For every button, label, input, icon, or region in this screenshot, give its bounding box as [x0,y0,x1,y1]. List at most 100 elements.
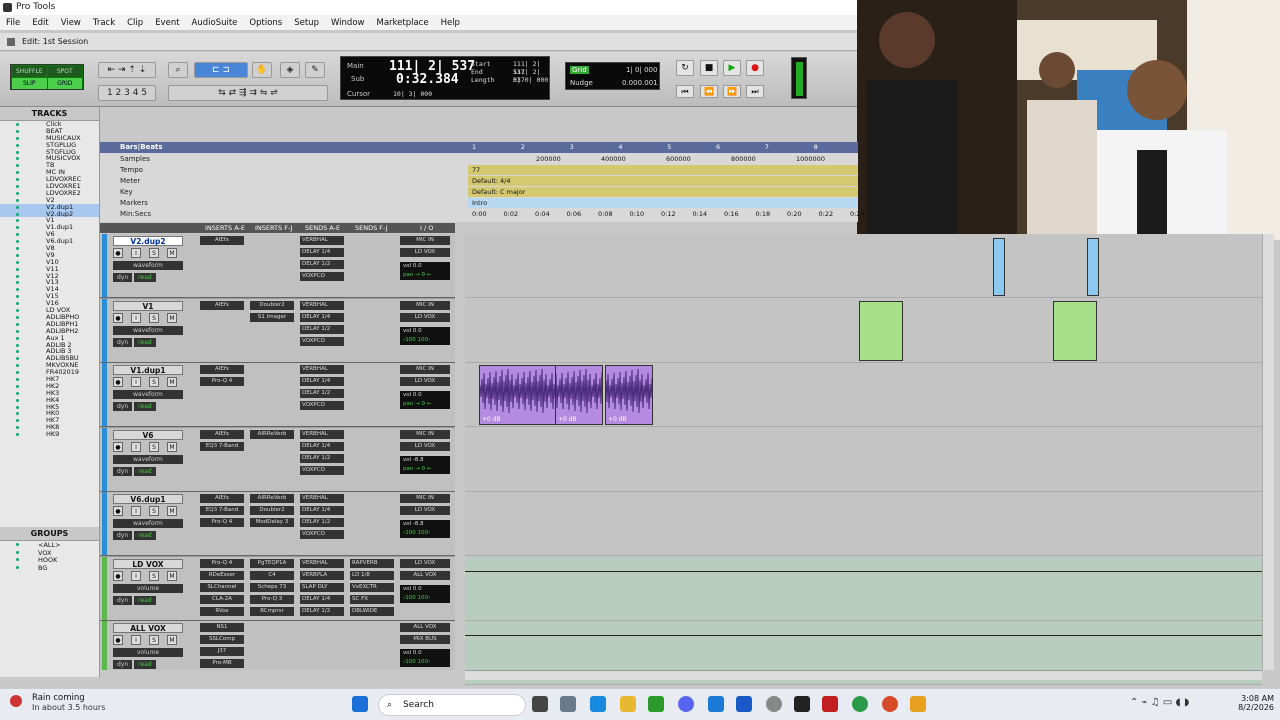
defender-icon[interactable] [736,696,752,712]
track-input-button[interactable]: I [131,441,141,452]
go-to-end-icon[interactable]: ⏭ [746,85,764,98]
insert-slot[interactable]: SSLComp [200,635,244,644]
loop-icon[interactable]: ↻ [676,60,694,76]
track-list-item[interactable]: V6.dup1 [0,238,99,245]
automation-mode[interactable]: read [134,660,156,669]
insert-slot[interactable]: SLChannel [200,582,244,592]
track-list-item[interactable]: ADLIBPH2 [0,328,99,335]
insert-slot-fj[interactable]: RCmprsr [250,606,294,616]
track-list-item[interactable]: ADLIB 2 [0,342,99,349]
track-list-item[interactable]: V12 [0,273,99,280]
insert-slot-fj[interactable]: Doubler2 [250,300,294,310]
track-view-selector[interactable]: waveform [113,325,183,335]
track-input-button[interactable]: I [131,506,141,516]
track-input-button[interactable]: I [131,570,141,581]
timeline-lane[interactable] [465,556,1262,621]
track-list-item[interactable]: Click [0,121,99,128]
track-name[interactable]: V6.dup1 [113,494,183,504]
track-dyn-label[interactable]: dyn [113,531,133,540]
track-view-selector[interactable]: waveform [113,261,183,270]
pencil-tool-icon[interactable]: ✎ [305,62,325,78]
track-record-button[interactable]: ● [113,312,123,323]
send-slot[interactable]: DELAY 1/4 [300,377,344,386]
chrome-icon[interactable] [852,696,868,712]
track-view-selector[interactable]: waveform [113,390,183,399]
track-list[interactable]: Click BEAT MUSICAUX STGPLUG STGFLUG MUSICVOX T… [0,121,99,438]
track-mute-button[interactable]: M [167,312,177,323]
track-output[interactable]: LD VOX [400,506,450,515]
audio-clip[interactable] [993,238,1005,296]
track-volume-pan[interactable]: vol 0.0 ‹100 100› [400,584,450,603]
track-list-item[interactable]: MKVOXNE [0,362,99,369]
play-icon[interactable]: ▶ [723,60,741,76]
automation-mode[interactable]: read [134,337,156,347]
grabber-tool-icon[interactable]: ✋ [252,62,272,78]
send-slot[interactable]: VERBHAL [300,365,344,374]
automation-mode[interactable]: read [134,466,156,476]
record-icon[interactable]: ● [746,60,764,76]
insert-slot-fj[interactable]: PgTEQP1A [250,558,294,568]
send-slot[interactable]: DELAY 1/2 [300,324,344,334]
track-record-button[interactable]: ● [113,570,123,581]
send-slot[interactable]: DELAY 1/2 [300,389,344,398]
track-list-item[interactable]: TB [0,162,99,169]
track-list-item[interactable]: HK0 [0,410,99,417]
track-view-selector[interactable]: waveform [113,519,183,528]
settings-icon[interactable] [560,696,576,712]
track-output[interactable]: LD VOX [400,248,450,257]
mode-slip-button[interactable]: SLIP [12,78,47,89]
send-slot[interactable]: DELAY 1/4 [300,312,344,322]
track-view-selector[interactable]: waveform [113,454,183,464]
menu-item-audiosuite[interactable]: AudioSuite [192,18,238,28]
menu-item-options[interactable]: Options [249,18,282,28]
send-slot-fj[interactable]: LD 1/8 [350,570,394,580]
insert-slot-fj[interactable]: Doubler2 [250,506,294,515]
track-list-item[interactable]: LDVOXRE1 [0,183,99,190]
track-solo-button[interactable]: S [149,312,159,323]
insert-slot-fj[interactable]: C4 [250,570,294,580]
track-view-selector[interactable]: volume [113,583,183,593]
audio-clip[interactable] [1087,238,1099,296]
track-volume-pan[interactable]: vol -8.8 ‹100 100› [400,520,450,538]
app3-icon[interactable] [766,696,782,712]
track-dyn-label[interactable]: dyn [113,337,133,347]
track-list-item[interactable]: V1 [0,217,99,224]
track-dyn-label[interactable]: dyn [113,273,133,282]
group-list[interactable]: <ALL> VOX HOOK BG [0,541,99,571]
track-input[interactable]: MIC IN [400,236,450,245]
track-list-item[interactable]: HK7 [0,417,99,424]
track-list-item[interactable]: MC IN [0,169,99,176]
track-record-button[interactable]: ● [113,377,123,387]
send-slot[interactable]: VERBHAL [300,300,344,310]
track-view-selector[interactable]: volume [113,648,183,657]
mode-shuffle-button[interactable]: SHUFFLE [12,66,47,77]
send-slot[interactable]: VERBHAL [300,429,344,439]
audio-clip[interactable]: +0 dB [555,365,603,425]
automation-mode[interactable]: read [134,402,156,411]
group-list-item[interactable]: BG [0,564,99,571]
app4-icon[interactable] [822,696,838,712]
track-input[interactable]: LD VOX [400,558,450,568]
send-slot[interactable]: DELAY 1/4 [300,441,344,451]
taskbar-search[interactable]: ⌕ Search [378,694,526,716]
send-slot[interactable]: DELAY 1/4 [300,506,344,515]
send-slot-fj[interactable]: DBLWIDE [350,606,394,616]
track-mute-button[interactable]: M [167,570,177,581]
insert-slot[interactable]: RVox [200,606,244,616]
audio-clip[interactable] [859,300,903,361]
track-input-button[interactable]: I [131,377,141,387]
insert-slot[interactable]: EQ3 7-Band [200,506,244,515]
system-tray[interactable]: ⌃ ⌁ ♫ ▭ ◖ ◗ [1130,697,1189,708]
track-input[interactable]: MIC IN [400,300,450,310]
track-record-button[interactable]: ● [113,248,123,258]
task-view-icon[interactable] [532,696,548,712]
track-list-item[interactable]: ADLIBPH1 [0,321,99,328]
track-input-button[interactable]: I [131,635,141,645]
insert-slot[interactable]: EQ3 7-Band [200,441,244,451]
track-list-item[interactable]: HK4 [0,397,99,404]
track-list-item[interactable]: V1.dup1 [0,224,99,231]
clock[interactable]: 3:08 AM 8/2/2026 [1234,694,1274,712]
trim-tool-icon[interactable]: ⊏ ⊐ [194,62,248,78]
timeline-lane[interactable] [465,492,1262,556]
store-icon[interactable] [590,696,606,712]
